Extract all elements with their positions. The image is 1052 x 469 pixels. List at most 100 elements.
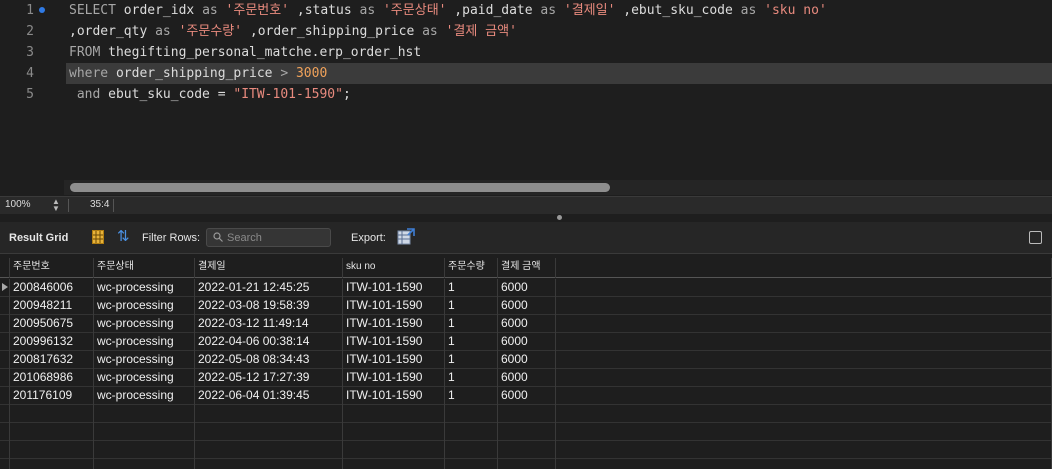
table-cell[interactable]: 1 (445, 369, 498, 387)
filter-search-box[interactable] (206, 228, 331, 247)
table-cell[interactable] (343, 423, 445, 441)
empty-row[interactable] (0, 405, 1052, 423)
table-row[interactable]: 200996132 wc-processing 2022-04-06 00:38:1… (0, 333, 1052, 351)
table-cell[interactable] (195, 459, 343, 469)
table-cell[interactable]: 2022-04-06 00:38:14 (195, 333, 343, 351)
table-cell[interactable]: ITW-101-1590 (343, 297, 445, 315)
table-cell[interactable]: 6000 (498, 279, 556, 297)
table-cell[interactable]: 1 (445, 351, 498, 369)
table-cell[interactable]: wc-processing (94, 369, 195, 387)
code-line[interactable]: SELECT order_idx as '주문번호' ,status as '주… (69, 0, 827, 21)
row-selector[interactable] (0, 297, 10, 315)
table-cell[interactable]: 6000 (498, 369, 556, 387)
row-selector[interactable] (0, 369, 10, 387)
row-selector[interactable] (0, 459, 10, 469)
table-cell[interactable]: ITW-101-1590 (343, 351, 445, 369)
table-cell[interactable] (343, 441, 445, 459)
export-icon[interactable] (397, 228, 415, 246)
table-row[interactable]: 201176109 wc-processing 2022-06-04 01:39:4… (0, 387, 1052, 405)
table-row[interactable]: 200846006 wc-processing 2022-01-21 12:45:2… (0, 279, 1052, 297)
table-cell[interactable] (445, 459, 498, 469)
table-cell[interactable] (94, 405, 195, 423)
table-cell[interactable] (94, 459, 195, 469)
pane-splitter[interactable] (0, 214, 1052, 222)
table-cell[interactable] (498, 405, 556, 423)
table-cell[interactable]: wc-processing (94, 351, 195, 369)
splitter-handle-icon[interactable] (557, 215, 562, 220)
table-cell[interactable]: ITW-101-1590 (343, 387, 445, 405)
table-cell[interactable]: wc-processing (94, 315, 195, 333)
table-cell[interactable] (10, 459, 94, 469)
table-cell[interactable] (343, 405, 445, 423)
table-cell[interactable]: 1 (445, 387, 498, 405)
row-selector[interactable] (0, 279, 10, 297)
table-cell[interactable] (445, 423, 498, 441)
table-cell[interactable]: 1 (445, 333, 498, 351)
empty-row[interactable] (0, 459, 1052, 469)
table-cell[interactable]: 2022-01-21 12:45:25 (195, 279, 343, 297)
code-line[interactable]: and ebut_sku_code = "ITW-101-1590"; (69, 84, 351, 105)
table-cell[interactable] (10, 423, 94, 441)
table-cell[interactable] (498, 459, 556, 469)
table-cell[interactable]: 200817632 (10, 351, 94, 369)
table-cell[interactable] (343, 459, 445, 469)
table-cell[interactable]: 2022-05-12 17:27:39 (195, 369, 343, 387)
column-header[interactable]: 주문상태 (94, 258, 195, 278)
table-cell[interactable]: ITW-101-1590 (343, 333, 445, 351)
row-selector[interactable] (0, 405, 10, 423)
code-line[interactable]: where order_shipping_price > 3000 (66, 63, 1052, 84)
zoom-level[interactable]: 100% (5, 199, 31, 210)
empty-row[interactable] (0, 423, 1052, 441)
table-cell[interactable]: ITW-101-1590 (343, 279, 445, 297)
table-cell[interactable]: 1 (445, 279, 498, 297)
table-cell[interactable] (94, 423, 195, 441)
table-row[interactable]: 200817632 wc-processing 2022-05-08 08:34:4… (0, 351, 1052, 369)
table-cell[interactable] (498, 423, 556, 441)
column-header[interactable]: 결제 금액 (498, 258, 556, 278)
table-cell[interactable]: 1 (445, 297, 498, 315)
empty-row[interactable] (0, 441, 1052, 459)
table-row[interactable]: 200948211 wc-processing 2022-03-08 19:58:3… (0, 297, 1052, 315)
table-cell[interactable]: 200996132 (10, 333, 94, 351)
table-cell[interactable] (445, 441, 498, 459)
table-cell[interactable]: 201176109 (10, 387, 94, 405)
row-selector[interactable] (0, 333, 10, 351)
table-cell[interactable]: 6000 (498, 333, 556, 351)
row-selector[interactable] (0, 423, 10, 441)
table-cell[interactable]: 2022-03-12 11:49:14 (195, 315, 343, 333)
table-cell[interactable]: wc-processing (94, 333, 195, 351)
table-cell[interactable]: 201068986 (10, 369, 94, 387)
table-cell[interactable]: ITW-101-1590 (343, 315, 445, 333)
table-cell[interactable]: 200846006 (10, 279, 94, 297)
table-cell[interactable]: wc-processing (94, 279, 195, 297)
table-cell[interactable] (195, 441, 343, 459)
refresh-icon[interactable]: ⇅ (117, 229, 133, 245)
panel-toggle-icon[interactable] (1029, 231, 1042, 244)
search-input[interactable] (227, 230, 327, 245)
table-cell[interactable]: 6000 (498, 387, 556, 405)
table-row[interactable]: 200950675 wc-processing 2022-03-12 11:49:1… (0, 315, 1052, 333)
row-selector[interactable] (0, 441, 10, 459)
table-cell[interactable]: 2022-03-08 19:58:39 (195, 297, 343, 315)
column-header[interactable]: 주문수량 (445, 258, 498, 278)
table-cell[interactable] (94, 441, 195, 459)
grid-view-icon[interactable] (92, 230, 104, 244)
row-selector[interactable] (0, 387, 10, 405)
table-cell[interactable]: wc-processing (94, 297, 195, 315)
table-cell[interactable] (10, 441, 94, 459)
table-cell[interactable]: ITW-101-1590 (343, 369, 445, 387)
zoom-stepper-icon[interactable]: ▲ ▼ (50, 198, 62, 213)
table-cell[interactable]: 6000 (498, 315, 556, 333)
current-statement-marker-icon[interactable] (39, 7, 45, 13)
sql-editor[interactable]: 1 2 3 4 5 SELECT order_idx as '주문번호' ,status… (0, 0, 1052, 196)
horizontal-scrollbar[interactable] (70, 183, 610, 192)
code-line[interactable]: FROM thegifting_personal_matche.erp_orde… (69, 42, 421, 63)
table-cell[interactable] (445, 405, 498, 423)
table-cell[interactable]: 1 (445, 315, 498, 333)
table-cell[interactable] (195, 423, 343, 441)
code-line[interactable]: ,order_qty as '주문수량' ,order_shipping_pri… (69, 21, 517, 42)
table-cell[interactable]: 2022-05-08 08:34:43 (195, 351, 343, 369)
table-row[interactable]: 201068986 wc-processing 2022-05-12 17:27:3… (0, 369, 1052, 387)
result-grid[interactable]: 주문번호 주문상태 결제일 sku no 주문수량 결제 금액 200846006 wc-p… (0, 258, 1052, 469)
row-selector[interactable] (0, 351, 10, 369)
